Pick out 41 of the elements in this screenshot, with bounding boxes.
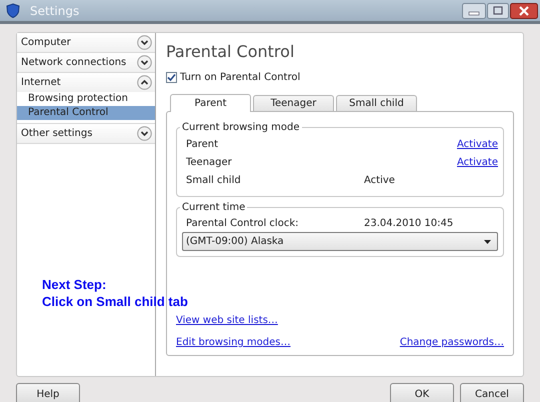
group-title: Current browsing mode [181, 121, 300, 135]
activate-link[interactable]: Activate [457, 154, 498, 170]
sidebar-section[interactable]: Network connections [17, 53, 155, 72]
shield-icon [6, 3, 20, 18]
timezone-dropdown[interactable]: (GMT-09:00) Alaska [182, 232, 498, 251]
checkbox-label: Turn on Parental Control [180, 71, 300, 85]
help-button[interactable]: Help [16, 383, 80, 402]
change-passwords-link[interactable]: Change passwords… [400, 335, 504, 350]
status-text: Active [364, 174, 395, 188]
activate-link[interactable]: Activate [457, 136, 498, 152]
dropdown-arrow-icon [484, 240, 491, 244]
annotation-text: Click on Small child tab [42, 293, 188, 310]
sidebar-item[interactable]: Browsing protection [17, 92, 155, 106]
clock-label: Parental Control clock: [186, 217, 300, 231]
cancel-button[interactable]: Cancel [460, 383, 524, 402]
sidebar-item[interactable]: Parental Control [17, 106, 155, 120]
expand-icon[interactable] [137, 126, 152, 141]
view-lists-link[interactable]: View web site lists… [176, 313, 278, 328]
mode-label: Parent [186, 138, 220, 152]
sidebar-section[interactable]: Computer [17, 33, 155, 52]
annotation-text: Next Step: [42, 276, 108, 293]
tab[interactable]: Parent [170, 94, 251, 112]
window-title: Settings [30, 2, 80, 20]
sidebar-section[interactable]: Other settings [17, 124, 155, 143]
expand-icon[interactable] [137, 55, 152, 70]
mode-label: Teenager [186, 156, 233, 170]
minimize-button[interactable] [462, 2, 486, 18]
mode-label: Small child [186, 174, 242, 188]
collapse-icon[interactable] [137, 75, 152, 90]
ok-button[interactable]: OK [390, 383, 454, 402]
maximize-button[interactable] [487, 2, 509, 18]
checkbox[interactable] [166, 72, 177, 83]
close-button[interactable] [510, 2, 538, 18]
group-title: Current time [181, 201, 246, 215]
sidebar-section[interactable]: Internet [17, 73, 155, 92]
tab[interactable]: Teenager [253, 95, 334, 111]
page-title: Parental Control [166, 42, 296, 62]
clock-value: 23.04.2010 10:45 [364, 217, 454, 231]
edit-modes-link[interactable]: Edit browsing modes… [176, 335, 291, 350]
tab[interactable]: Small child [336, 95, 417, 111]
expand-icon[interactable] [137, 35, 152, 50]
